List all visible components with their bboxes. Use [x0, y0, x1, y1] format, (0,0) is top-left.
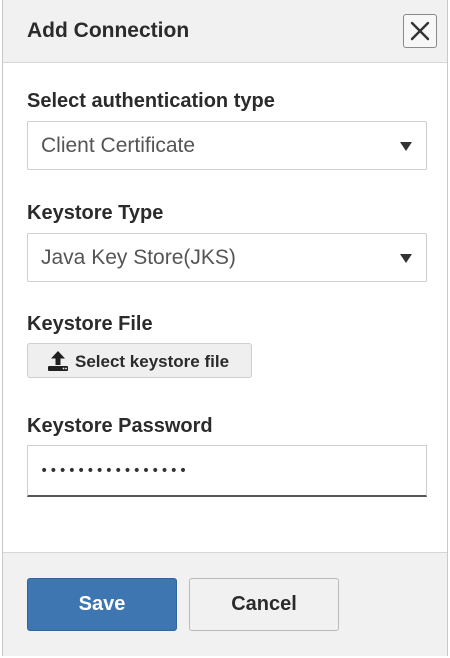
close-button[interactable]	[403, 14, 437, 48]
close-icon	[410, 21, 430, 41]
select-keystore-file-label: Select keystore file	[75, 352, 230, 371]
chevron-down-icon	[400, 254, 412, 263]
keystore-type-value: Java Key Store(JKS)	[41, 246, 236, 269]
auth-type-select[interactable]: Client Certificate	[27, 121, 427, 170]
keystore-type-select[interactable]: Java Key Store(JKS)	[27, 233, 427, 282]
save-button[interactable]: Save	[27, 578, 177, 631]
dialog-footer: Save Cancel	[3, 552, 447, 656]
chevron-down-icon	[400, 142, 412, 151]
auth-type-value: Client Certificate	[41, 134, 196, 157]
select-keystore-file-button[interactable]: Select keystore file	[27, 343, 252, 378]
keystore-type-label: Keystore Type	[27, 202, 164, 224]
cancel-button[interactable]: Cancel	[189, 578, 339, 631]
auth-type-label: Select authentication type	[27, 90, 275, 112]
upload-icon	[48, 351, 68, 371]
dialog-header: Add Connection	[3, 0, 447, 63]
keystore-password-input[interactable]	[27, 445, 427, 497]
keystore-file-label: Keystore File	[27, 313, 153, 335]
add-connection-dialog: Add Connection Select authentication typ…	[2, 0, 448, 656]
keystore-password-label: Keystore Password	[27, 415, 213, 437]
dialog-title: Add Connection	[27, 19, 190, 42]
